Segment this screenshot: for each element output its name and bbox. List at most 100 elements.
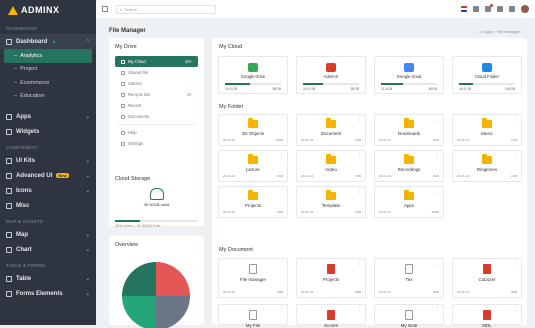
more-icon[interactable]: ⋮ bbox=[435, 189, 440, 194]
bell-icon[interactable] bbox=[485, 4, 493, 12]
document-card[interactable]: ⋮ Cubozer 20-01-24 3MB bbox=[452, 258, 522, 298]
widgets-icon bbox=[6, 128, 12, 135]
more-icon[interactable]: ⋮ bbox=[435, 153, 440, 158]
nav-chart[interactable]: Chart ⌄ bbox=[0, 242, 96, 257]
drive-item-my-cloud[interactable]: My Cloud 10+ bbox=[115, 56, 198, 67]
nav-forms[interactable]: Forms Elements ⌄ bbox=[0, 286, 96, 301]
drive-item-documents[interactable]: Documents bbox=[115, 111, 198, 122]
document-card[interactable]: ⋮ File manager 20-01-24 1MB bbox=[218, 258, 288, 298]
drive-item-starred[interactable]: Starred bbox=[115, 78, 198, 89]
document-size: 1MB bbox=[276, 290, 283, 294]
breadcrumb-apps[interactable]: Apps bbox=[484, 29, 493, 34]
nav-icons[interactable]: Icons ⌄ bbox=[0, 183, 96, 198]
logo[interactable]: ADMINX bbox=[0, 0, 96, 20]
cart-icon[interactable] bbox=[473, 6, 479, 12]
folder-card[interactable]: ⋮ Apps 20-01-24 12GB bbox=[374, 186, 444, 218]
folder-date: 20-01-24 bbox=[379, 174, 392, 178]
chart-icon bbox=[6, 246, 12, 253]
overview-panel: Overview bbox=[109, 236, 204, 328]
cloud-brand-icon bbox=[482, 63, 492, 72]
folder-icon bbox=[404, 190, 414, 200]
folder-size: 12GB bbox=[431, 210, 439, 214]
cloud-card-total: 50GB bbox=[272, 87, 281, 91]
nav-map[interactable]: Map ⌄ bbox=[0, 227, 96, 242]
nav-misc-label: Misc bbox=[16, 202, 30, 209]
more-icon[interactable]: ⋮ bbox=[357, 153, 362, 158]
folder-card[interactable]: ⋮ Projects 20-01-24 6GB bbox=[218, 186, 288, 218]
folder-card[interactable]: ⋮ picture 20-01-24 3GB bbox=[218, 150, 288, 182]
more-icon[interactable]: ⋮ bbox=[357, 189, 362, 194]
drive-item-recent[interactable]: Recent bbox=[115, 100, 198, 111]
cloud-card[interactable]: Cloud Folder 46.5 GB 100GB bbox=[452, 56, 522, 94]
more-icon[interactable]: ⋮ bbox=[513, 307, 518, 312]
sub-item-education[interactable]: – Education bbox=[0, 90, 96, 104]
text-file-icon bbox=[249, 310, 257, 320]
folder-card[interactable]: ⋮ Ringtones 20-01-24 1GB bbox=[452, 150, 522, 182]
folder-name: Recordings bbox=[397, 167, 421, 172]
document-card[interactable]: ⋮ Scores bbox=[296, 304, 366, 328]
cloud-card[interactable]: Google Drive 20.5 GB 50GB bbox=[218, 56, 288, 94]
drive-item-help[interactable]: Help bbox=[115, 127, 198, 138]
sub-item-ecommerce[interactable]: – Ecommerce bbox=[0, 76, 96, 90]
more-icon[interactable]: ⋮ bbox=[279, 153, 284, 158]
folder-card[interactable]: ⋮ 3D Objects 20-01-24 10GB bbox=[218, 114, 288, 146]
more-icon[interactable]: ⋮ bbox=[435, 261, 440, 266]
sub-item-project[interactable]: – Project bbox=[0, 63, 96, 77]
document-card[interactable]: ⋮ My File bbox=[218, 304, 288, 328]
drive-item-shared[interactable]: Shared file bbox=[115, 67, 198, 78]
language-flag-icon[interactable] bbox=[461, 6, 467, 12]
folder-icon bbox=[326, 118, 336, 128]
document-card[interactable]: ⋮ My Note bbox=[374, 304, 444, 328]
avatar[interactable] bbox=[521, 5, 529, 13]
sub-item-label: Education bbox=[20, 93, 45, 100]
folder-card[interactable]: ⋮ Video 20-01-24 7GB bbox=[296, 150, 366, 182]
cloud-card[interactable]: Google cloud 21.5GB 50GB bbox=[374, 56, 444, 94]
overview-title: Overview bbox=[115, 242, 138, 248]
sub-item-analytics[interactable]: – Analytics bbox=[4, 49, 92, 63]
more-icon[interactable]: ⋮ bbox=[357, 261, 362, 266]
settings-icon[interactable] bbox=[509, 6, 515, 12]
folder-card[interactable]: ⋮ Template 20-01-24 2GB bbox=[296, 186, 366, 218]
more-icon[interactable]: ⋮ bbox=[435, 307, 440, 312]
document-card[interactable]: ⋮ Projects 20-01-24 2MB bbox=[296, 258, 366, 298]
more-icon[interactable]: ⋮ bbox=[513, 117, 518, 122]
cloud-card[interactable]: AdminX 20.5 GB 50GB bbox=[296, 56, 366, 94]
my-document-title: My Document bbox=[219, 247, 253, 253]
nav-widgets-label: Widgets bbox=[16, 128, 40, 135]
drive-item-settings[interactable]: Settings bbox=[115, 138, 198, 149]
nav-advanced-ui[interactable]: Advanced UI New ⌄ bbox=[0, 168, 96, 183]
moon-icon[interactable] bbox=[497, 6, 503, 12]
folder-card[interactable]: ⋮ Document 20-01-24 2GB bbox=[296, 114, 366, 146]
folder-icon bbox=[326, 190, 336, 200]
search-input[interactable]: ⌕ Search bbox=[116, 4, 216, 14]
more-icon[interactable]: ⋮ bbox=[513, 261, 518, 266]
document-name: My File bbox=[245, 323, 261, 328]
nav-table[interactable]: Table ⌄ bbox=[0, 271, 96, 286]
drive-item-label: Recent bbox=[128, 103, 142, 108]
folder-card[interactable]: ⋮ Music 20-01-24 1GB bbox=[452, 114, 522, 146]
nav-widgets[interactable]: Widgets bbox=[0, 124, 96, 139]
grid-menu-icon[interactable] bbox=[102, 6, 108, 12]
more-icon[interactable]: ⋮ bbox=[513, 153, 518, 158]
document-card[interactable]: ⋮ MDL bbox=[452, 304, 522, 328]
nav-table-label: Table bbox=[16, 275, 32, 282]
more-icon[interactable]: ⋮ bbox=[357, 117, 362, 122]
nav-misc[interactable]: Misc bbox=[0, 198, 96, 213]
nav-uikits[interactable]: UI Kits ⌄ bbox=[0, 153, 96, 168]
folder-card[interactable]: ⋮ Downloads 20-01-24 5GB bbox=[374, 114, 444, 146]
more-icon[interactable]: ⋮ bbox=[279, 117, 284, 122]
nav-uikits-label: UI Kits bbox=[16, 157, 36, 164]
folder-card[interactable]: ⋮ Recordings 20-01-24 4GB bbox=[374, 150, 444, 182]
drive-item-recycle[interactable]: Recycle Bin 3+ bbox=[115, 89, 198, 100]
more-icon[interactable]: ⋮ bbox=[279, 307, 284, 312]
document-size: 1MB bbox=[432, 290, 439, 294]
section-table-forms: TABLE & FORMS bbox=[6, 263, 46, 268]
nav-dashboard-label: Dashboard bbox=[16, 38, 48, 45]
nav-dashboard[interactable]: Dashboard ▲ ⌃ bbox=[0, 34, 96, 49]
more-icon[interactable]: ⋮ bbox=[279, 189, 284, 194]
more-icon[interactable]: ⋮ bbox=[357, 307, 362, 312]
document-card[interactable]: ⋮ Tex 20-01-24 1MB bbox=[374, 258, 444, 298]
nav-apps[interactable]: Apps ⌄ bbox=[0, 109, 96, 124]
more-icon[interactable]: ⋮ bbox=[279, 261, 284, 266]
more-icon[interactable]: ⋮ bbox=[435, 117, 440, 122]
